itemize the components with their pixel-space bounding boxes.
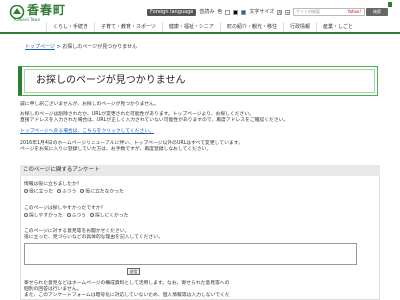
submit-button[interactable]: 送信 bbox=[127, 268, 140, 275]
q1-option-not-helpful[interactable]: 役に立たなかった bbox=[80, 189, 124, 196]
site-header: 香春町 Kawara Town Foreign language 音読み 色 文… bbox=[0, 0, 400, 22]
voice-reading-link[interactable]: 音読み bbox=[199, 9, 214, 16]
color-blue-button[interactable] bbox=[241, 10, 247, 15]
global-nav: くらし・手続き 子育て・教育・スポーツ 健康・福祉・シニア 町の紹介・観光・移住… bbox=[0, 22, 400, 34]
survey-heading: このページに関するアンケート bbox=[20, 165, 380, 176]
menu-marker-icon[interactable] bbox=[388, 2, 392, 7]
search-placeholder: サイト内検索 bbox=[296, 9, 320, 14]
radio-icon[interactable] bbox=[57, 189, 61, 193]
breadcrumb-separator: > bbox=[56, 44, 61, 50]
survey-question-1: 情報は役に立ちましたか？ bbox=[24, 182, 82, 187]
search-button[interactable]: 検索 bbox=[366, 8, 388, 16]
nav-item-administration[interactable]: 行政情報 bbox=[282, 22, 316, 32]
radio-icon[interactable] bbox=[66, 213, 71, 217]
nav-item-industry[interactable]: 産業・しごと bbox=[315, 22, 359, 32]
foreign-language-button[interactable]: Foreign language bbox=[147, 9, 197, 16]
radio-icon[interactable] bbox=[89, 213, 94, 217]
back-to-top-paragraph: トップページへ戻る場合は、こちらをクリックしてください。 bbox=[20, 129, 154, 135]
site-logo-text[interactable]: 香春町 bbox=[27, 4, 66, 16]
back-to-top-link[interactable]: トップページへ戻る場合は、こちらをクリックしてください。 bbox=[20, 129, 154, 134]
page-title: お探しのページが見つかりません bbox=[36, 75, 186, 86]
apology-text: 誠に申し訳ございませんが、お探しのページが見つかりません。 bbox=[20, 102, 159, 107]
q2-option-neutral[interactable]: ふつう bbox=[66, 213, 86, 220]
radio-icon[interactable] bbox=[24, 189, 28, 193]
survey-q1-options: 役に立った ふつう 役に立たなかった bbox=[24, 189, 124, 196]
q1-option-helpful[interactable]: 役に立った bbox=[24, 189, 53, 196]
nav-item-living[interactable]: くらし・手続き bbox=[46, 22, 94, 32]
text-size-increase-button[interactable]: + bbox=[285, 10, 291, 15]
survey-question-2: このページは探しやすかったですか？ bbox=[24, 206, 106, 211]
renewal-notice-line-2: ページをお気に入りに登録していた方は、お手数ですが、再度登録しなおしてください。 bbox=[20, 147, 212, 152]
color-white-button[interactable] bbox=[225, 10, 231, 15]
nav-home-spacer bbox=[0, 22, 46, 32]
breadcrumb: トップページ > お探しのページが見つかりません bbox=[25, 44, 137, 50]
color-black-button[interactable] bbox=[233, 10, 239, 15]
comment-textarea[interactable] bbox=[24, 243, 357, 265]
survey-note-line-3: また、このアンケートフォームは暗号化に対応していないため、個人情報等は入力しない… bbox=[24, 293, 230, 298]
breadcrumb-current: お探しのページが見つかりません bbox=[62, 44, 138, 50]
page-title-box: お探しのページが見つかりません bbox=[18, 66, 378, 96]
q2-option-hard[interactable]: 探しにくかった bbox=[89, 213, 128, 220]
radio-icon[interactable] bbox=[24, 213, 28, 217]
search-provider-logo: Yahoo! bbox=[347, 9, 361, 14]
nav-item-childcare[interactable]: 子育て・教育・スポーツ bbox=[94, 22, 162, 32]
q1-option-neutral[interactable]: ふつう bbox=[57, 189, 76, 196]
survey-q2-options: 探しやすかった ふつう 探しにくかった bbox=[24, 213, 128, 220]
explanation-line-2: 直接アドレスを入力された場合は、URLが正しく入力されていない可能性がありますの… bbox=[20, 118, 289, 123]
nav-item-health[interactable]: 健康・福祉・シニア bbox=[161, 22, 220, 32]
color-label: 色 bbox=[217, 9, 223, 15]
site-search-input[interactable]: サイト内検索 Yahoo! bbox=[293, 8, 365, 16]
q2-option-easy[interactable]: 探しやすかった bbox=[24, 213, 63, 220]
radio-icon[interactable] bbox=[80, 189, 85, 193]
survey-question-3-hint: 役に立った、見づらいなどの具体的な理由を記入してください。 bbox=[24, 235, 163, 240]
nav-item-town-intro[interactable]: 町の紹介・観光・移住 bbox=[219, 22, 283, 32]
text-size-reset-button[interactable]: A bbox=[277, 10, 283, 15]
top-right-icons bbox=[388, 2, 392, 7]
accessibility-toolbar: Foreign language 音読み 色 文字サイズ A + bbox=[147, 9, 291, 16]
breadcrumb-home-link[interactable]: トップページ bbox=[25, 44, 55, 50]
text-size-label: 文字サイズ bbox=[249, 9, 275, 15]
